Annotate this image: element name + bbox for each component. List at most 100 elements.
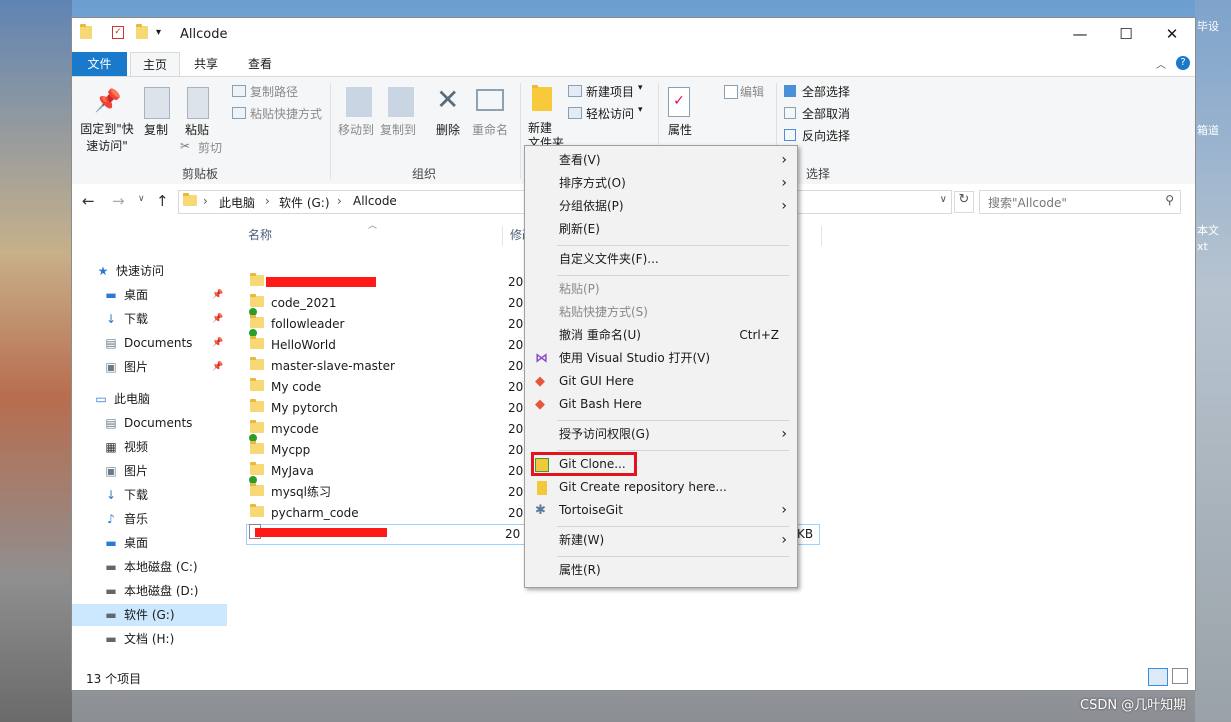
select-none-button[interactable]: 全部取消	[802, 105, 850, 122]
back-icon[interactable]: ←	[82, 192, 95, 210]
nav-item[interactable]: ★ 快速访问	[96, 260, 222, 282]
properties-large-icon: ✓	[668, 87, 690, 117]
close-button[interactable]: ✕	[1149, 18, 1195, 50]
easy-access-button[interactable]: 轻松访问	[586, 105, 634, 122]
tab-view[interactable]: 查看	[238, 52, 282, 76]
folder-icon	[250, 482, 266, 503]
forward-icon[interactable]: →	[112, 192, 125, 210]
minimize-button[interactable]: —	[1057, 18, 1103, 50]
search-input[interactable]: 搜索"Allcode" ⚲	[979, 190, 1181, 214]
menu-item-customize[interactable]: 自定义文件夹(F)...	[525, 248, 797, 271]
menu-item-tortoisegit[interactable]: ✱ TortoiseGit ›	[525, 499, 797, 522]
copy-button[interactable]: 复制	[144, 121, 168, 138]
new-item-button[interactable]: 新建项目	[586, 83, 634, 100]
move-to-button[interactable]: 移动到	[338, 121, 374, 138]
chevron-down-icon[interactable]: ∨	[138, 194, 145, 204]
chevron-down-icon: ▾	[638, 83, 643, 93]
nav-item[interactable]: ▬ 本地磁盘 (D:)	[104, 580, 222, 602]
breadcrumb-drive-g[interactable]: 软件 (G:)	[279, 194, 330, 211]
nav-item-label: Documents	[124, 416, 193, 430]
copy-path-button[interactable]: 复制路径	[250, 83, 298, 100]
new-folder-icon[interactable]	[136, 24, 148, 42]
breadcrumb-allcode[interactable]: Allcode	[353, 194, 397, 208]
menu-item-view[interactable]: 查看(V) ›	[525, 149, 797, 172]
chevron-right-icon[interactable]: ›	[203, 194, 208, 208]
menu-item-label: 使用 Visual Studio 打开(V)	[559, 351, 711, 365]
pin-icon[interactable]: 📌	[212, 332, 223, 354]
chevron-up-icon[interactable]: ︿	[1156, 56, 1166, 71]
menu-item-properties[interactable]: 属性(R)	[525, 559, 797, 582]
properties-button[interactable]: 属性	[668, 121, 692, 138]
nav-item[interactable]: ▣ 图片	[104, 460, 222, 482]
customize-quick-access-icon[interactable]: ▾	[156, 27, 161, 38]
breadcrumb-this-pc[interactable]: 此电脑	[219, 194, 255, 211]
folder-icon[interactable]	[80, 24, 92, 42]
paste-shortcut-button[interactable]: 粘贴快捷方式	[250, 105, 322, 122]
pin-quick-access-button[interactable]: 固定到"快 速访问"	[78, 121, 136, 155]
delete-button[interactable]: 删除	[436, 121, 460, 138]
tab-home[interactable]: 主页	[130, 52, 180, 78]
navigation-pane: ★ 快速访问 ▬ 桌面 📌 ↓ 下载 📌 ▤ Documents 📌 ▣ 图片 📌 ▭ 此电脑 ▤ Documen…	[72, 224, 232, 678]
column-header-name[interactable]: 名称	[248, 226, 272, 243]
up-icon[interactable]: ↑	[156, 192, 169, 210]
invert-selection-button[interactable]: 反向选择	[802, 127, 850, 144]
folder-icon	[248, 293, 266, 317]
details-view-icon[interactable]	[1148, 668, 1168, 686]
nav-item[interactable]: ↓ 下载 📌	[104, 308, 223, 330]
copy-to-icon	[388, 87, 414, 117]
file-name: mysql练习	[271, 485, 331, 499]
pin-icon: 📌	[94, 89, 122, 114]
menu-item-paste[interactable]: 粘贴(P)	[525, 278, 797, 301]
menu-item-git-bash[interactable]: ◆ Git Bash Here	[525, 393, 797, 416]
paste-button[interactable]: 粘贴	[185, 121, 209, 138]
menu-item-undo[interactable]: 撤消 重命名(U) Ctrl+Z	[525, 324, 797, 347]
nav-item[interactable]: ▬ 桌面 📌	[104, 284, 223, 306]
nav-item[interactable]: ♪ 音乐	[104, 508, 222, 530]
copy-to-button[interactable]: 复制到	[380, 121, 416, 138]
chevron-right-icon[interactable]: ›	[337, 194, 342, 208]
chevron-right-icon: ›	[781, 198, 787, 214]
select-all-button[interactable]: 全部选择	[802, 83, 850, 100]
nav-item[interactable]: ▬ 软件 (G:)	[72, 604, 227, 626]
maximize-button[interactable]: ☐	[1103, 18, 1149, 50]
nav-item[interactable]: ▭ 此电脑	[94, 388, 222, 410]
menu-item-new[interactable]: 新建(W) ›	[525, 529, 797, 552]
tab-file[interactable]: 文件	[72, 52, 127, 76]
pin-icon[interactable]: 📌	[212, 356, 223, 378]
file-date: 20	[508, 422, 524, 436]
edit-button[interactable]: 编辑	[740, 83, 764, 100]
refresh-icon[interactable]: ↻	[954, 191, 974, 213]
menu-item-git-gui[interactable]: ◆ Git GUI Here	[525, 370, 797, 393]
scissors-icon: ✂	[180, 139, 191, 153]
nav-item[interactable]: ↓ 下载	[104, 484, 222, 506]
nav-item[interactable]: ▤ Documents 📌	[104, 332, 223, 354]
menu-item-sort[interactable]: 排序方式(O) ›	[525, 172, 797, 195]
nav-item[interactable]: ▦ 视频	[104, 436, 222, 458]
tab-share[interactable]: 共享	[184, 52, 228, 76]
pin-icon[interactable]: 📌	[212, 308, 223, 330]
rename-button[interactable]: 重命名	[472, 121, 508, 138]
chevron-down-icon[interactable]: ∨	[940, 194, 947, 205]
properties-icon[interactable]: ✓	[112, 26, 124, 39]
menu-item-refresh[interactable]: 刷新(E)	[525, 218, 797, 241]
desktop-label: 毕设	[1197, 20, 1219, 33]
nav-item[interactable]: ▣ 图片 📌	[104, 356, 223, 378]
chevron-right-icon[interactable]: ›	[265, 194, 270, 208]
nav-item[interactable]: ▬ 桌面	[104, 532, 222, 554]
large-icons-view-icon[interactable]	[1172, 668, 1188, 684]
nav-item[interactable]: ▬ 文档 (H:)	[104, 628, 222, 650]
cut-button[interactable]: 剪切	[198, 139, 222, 156]
menu-item-open-visual-studio[interactable]: ⋈ 使用 Visual Studio 打开(V)	[525, 347, 797, 370]
help-icon[interactable]: ?	[1176, 56, 1190, 70]
chevron-down-icon: ▾	[638, 105, 643, 115]
menu-item-git-create-repo[interactable]: Git Create repository here...	[525, 476, 797, 499]
title-bar: ✓ ▾ Allcode — ☐ ✕	[72, 18, 1195, 50]
folder-icon	[248, 419, 266, 443]
menu-item-group[interactable]: 分组依据(P) ›	[525, 195, 797, 218]
nav-item[interactable]: ▬ 本地磁盘 (C:)	[104, 556, 222, 578]
menu-item-grant-access[interactable]: 授予访问权限(G) ›	[525, 423, 797, 446]
pin-icon[interactable]: 📌	[212, 284, 223, 306]
desktop-label: xt	[1197, 240, 1208, 253]
nav-item[interactable]: ▤ Documents	[104, 412, 222, 434]
menu-item-paste-shortcut[interactable]: 粘贴快捷方式(S)	[525, 301, 797, 324]
